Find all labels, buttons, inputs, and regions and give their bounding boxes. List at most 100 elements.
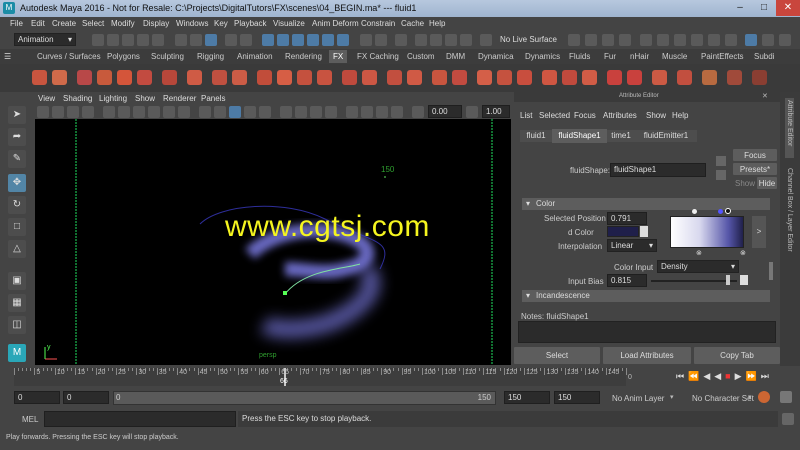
shelf-tab-dmm[interactable]: DMM <box>442 50 469 63</box>
live-surface-label[interactable]: No Live Surface <box>500 35 557 44</box>
shirt-red-2-icon[interactable] <box>627 70 642 85</box>
field-air-icon[interactable] <box>257 70 272 85</box>
field-chart-icon[interactable] <box>163 106 175 118</box>
antialias-icon[interactable] <box>376 106 388 118</box>
shelf-menu-icon[interactable]: ☰ <box>4 52 12 61</box>
shelf-tab-sculpting[interactable]: Sculpting <box>147 50 188 63</box>
script-editor-icon[interactable] <box>782 413 794 425</box>
shelf-tab-animation[interactable]: Animation <box>233 50 277 63</box>
color-section-header[interactable]: ▾ Color <box>522 198 770 210</box>
load-attributes-button[interactable]: Load Attributes <box>603 347 691 364</box>
fluid-emitter-icon[interactable] <box>97 70 112 85</box>
magnet-icon[interactable] <box>480 34 492 46</box>
viewport-menu-lighting[interactable]: Lighting <box>99 94 127 103</box>
lasso-tool-icon[interactable]: ➦ <box>8 128 26 146</box>
layer-editor-toggle-icon[interactable] <box>779 34 791 46</box>
ae-menu-help[interactable]: Help <box>672 111 688 120</box>
tool-settings-icon[interactable] <box>619 34 631 46</box>
input-bias-map-icon[interactable] <box>740 275 748 285</box>
end-time-field[interactable]: 150 <box>554 391 600 404</box>
select-object-icon[interactable] <box>190 34 202 46</box>
paint-select-tool-icon[interactable]: ✎ <box>8 150 26 168</box>
snap-curve-icon[interactable] <box>277 34 289 46</box>
shirt-red-icon[interactable] <box>607 70 622 85</box>
viewport-menu-show[interactable]: Show <box>135 94 155 103</box>
save-scene-icon[interactable] <box>122 34 134 46</box>
cache-replace-icon[interactable] <box>477 70 492 85</box>
color-ramp[interactable] <box>670 216 744 248</box>
camera-select-icon[interactable] <box>37 106 49 118</box>
dope-sheet-icon[interactable] <box>691 34 703 46</box>
anim-layer-label[interactable]: No Anim Layer <box>612 394 664 403</box>
shelf-tab-polygons[interactable]: Polygons <box>103 50 144 63</box>
field-drag-icon[interactable] <box>277 70 292 85</box>
paint-icon[interactable] <box>702 70 717 85</box>
layout-two-icon[interactable]: ◫ <box>8 316 26 334</box>
wireframe-icon[interactable] <box>199 106 211 118</box>
viewport-menu-shading[interactable]: Shading <box>63 94 92 103</box>
safe-action-icon[interactable] <box>178 106 190 118</box>
input-bias-field[interactable]: 0.815 <box>607 274 647 287</box>
move-tool-icon[interactable]: ✥ <box>8 174 26 192</box>
character-set-label[interactable]: No Character Set <box>692 394 754 403</box>
open-scene-icon[interactable] <box>107 34 119 46</box>
layout-four-icon[interactable]: ▦ <box>8 294 26 312</box>
ae-menu-selected[interactable]: Selected <box>539 111 570 120</box>
emitter-locator[interactable] <box>283 291 287 295</box>
bifrost-aero-icon[interactable] <box>542 70 557 85</box>
lights-icon[interactable] <box>244 106 256 118</box>
film-gate-icon[interactable] <box>118 106 130 118</box>
shelf-tab-fur[interactable]: Fur <box>600 50 620 63</box>
menu-anim-deform[interactable]: Anim Deform <box>312 19 359 28</box>
step-forward-key-icon[interactable]: ⏩ <box>746 371 761 381</box>
textured-icon[interactable] <box>229 106 241 118</box>
bifrost-emitter-icon[interactable] <box>562 70 577 85</box>
nconstraint-icon[interactable] <box>212 70 227 85</box>
side-tab-attribute-editor[interactable]: Attribute Editor <box>785 98 794 158</box>
focus-arrow-icon[interactable] <box>716 156 726 166</box>
step-back-frame-icon[interactable]: ◀ <box>703 371 714 381</box>
passive-collider-icon[interactable] <box>187 70 202 85</box>
presets-arrow-icon[interactable] <box>716 170 726 180</box>
time-slider-track[interactable]: 5101520253035404550556065707580859095100… <box>14 368 627 386</box>
output-ops-icon[interactable] <box>375 34 387 46</box>
snap-point-icon[interactable] <box>292 34 304 46</box>
color-map-icon[interactable] <box>640 226 648 237</box>
camera-attr-icon[interactable] <box>52 106 64 118</box>
shelf-tab-rigging[interactable]: Rigging <box>193 50 228 63</box>
menu-playback[interactable]: Playback <box>234 19 266 28</box>
chevron-down-icon[interactable]: ▾ <box>670 393 674 401</box>
ae-tab-time1[interactable]: time1 <box>607 130 635 142</box>
go-to-end-icon[interactable]: ⏭ <box>761 371 773 381</box>
close-icon[interactable]: ✕ <box>776 0 800 16</box>
field-turbulence-icon[interactable] <box>362 70 377 85</box>
render-settings-icon[interactable] <box>445 34 457 46</box>
hair-icon[interactable] <box>232 70 247 85</box>
nucleus-icon[interactable] <box>432 70 447 85</box>
side-tab-channel-box[interactable]: Channel Box / Layer Editor <box>785 166 794 266</box>
anim-end-field[interactable]: 150 <box>504 391 550 404</box>
camera-icon[interactable] <box>585 34 597 46</box>
presets-button[interactable]: Presets* <box>733 163 777 175</box>
layout-single-icon[interactable]: ▣ <box>8 272 26 290</box>
outliner-icon[interactable] <box>640 34 652 46</box>
incandescence-section-header[interactable]: ▾ Incandescence <box>522 290 770 302</box>
select-button[interactable]: Select <box>514 347 600 364</box>
mask-icon[interactable] <box>225 34 237 46</box>
focus-button[interactable]: Focus <box>733 149 777 161</box>
channel-box-toggle-icon[interactable] <box>762 34 774 46</box>
chevron-down-icon[interactable]: ▾ <box>748 393 752 401</box>
time-slider[interactable]: 5101520253035404550556065707580859095100… <box>0 366 800 388</box>
field-vortex-icon[interactable] <box>407 70 422 85</box>
step-forward-frame-icon[interactable]: ▶ <box>735 371 746 381</box>
field-newton-icon[interactable] <box>317 70 332 85</box>
copy-tab-button[interactable]: Copy Tab <box>694 347 780 364</box>
smooth-shade-icon[interactable] <box>214 106 226 118</box>
field-radial-icon[interactable] <box>342 70 357 85</box>
mel-input[interactable] <box>44 411 236 427</box>
snap-grid-icon[interactable] <box>262 34 274 46</box>
menu-help[interactable]: Help <box>429 19 445 28</box>
gamma-icon[interactable] <box>466 106 478 118</box>
grid-icon[interactable] <box>103 106 115 118</box>
shelf-tab-dynamics[interactable]: Dynamics <box>521 50 564 63</box>
